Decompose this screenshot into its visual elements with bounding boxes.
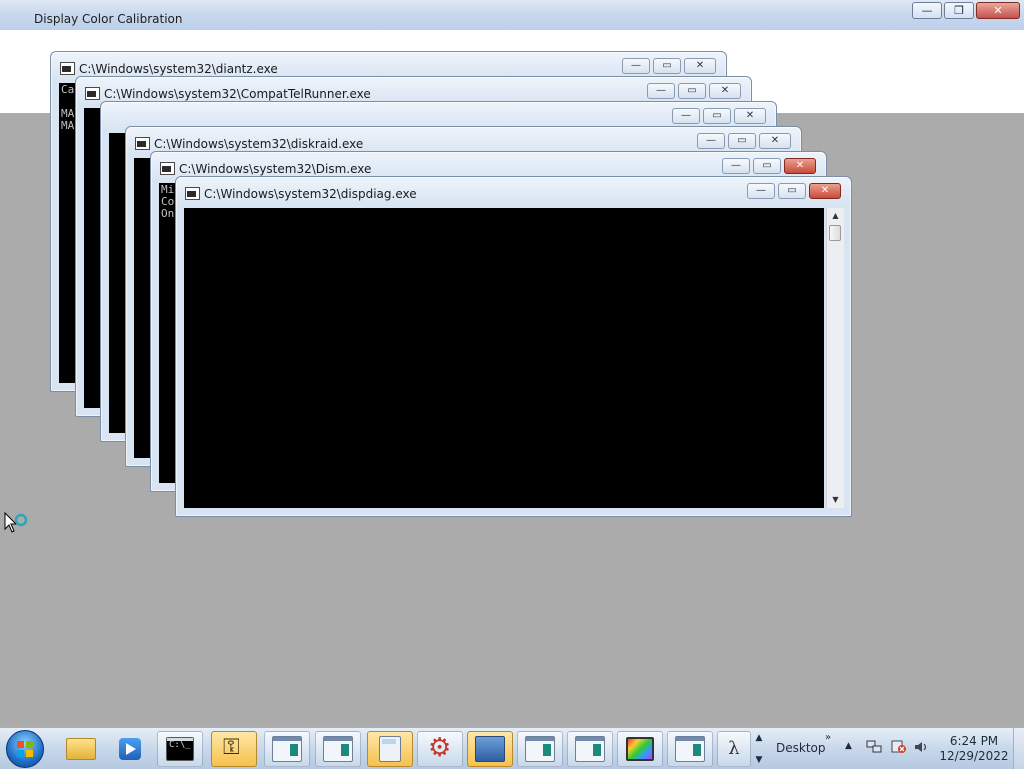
scroll-up-arrow[interactable]: ▲ (827, 208, 844, 224)
cmd-taskbar-button[interactable]: C:\_ (157, 731, 203, 767)
minimize-button[interactable]: — (647, 83, 675, 99)
console-icon (160, 162, 175, 175)
command-prompt-icon: C:\_ (166, 737, 194, 761)
maximize-button[interactable]: ▭ (728, 133, 756, 149)
window-title: C:\Windows\system32\diantz.exe (79, 62, 278, 76)
taskbar: C:\_ λ ▲ ▼ Desktop » ▲ 6:24 PM 12/29/202… (0, 727, 1024, 769)
window-title: C:\Windows\system32\diskraid.exe (154, 137, 364, 151)
lambda-icon: λ (728, 738, 740, 759)
show-desktop-button[interactable] (1013, 728, 1024, 769)
clock-time: 6:24 PM (949, 734, 999, 748)
calculator-taskbar-button[interactable] (367, 731, 413, 767)
clock-date: 12/29/2022 (939, 749, 1009, 763)
minimize-button[interactable]: — (622, 58, 650, 74)
window-title: C:\Windows\system32\CompatTelRunner.exe (104, 87, 371, 101)
network-tray-icon[interactable] (866, 740, 882, 754)
close-button[interactable]: ✕ (734, 108, 766, 124)
console-window-taskbar-button-4[interactable] (567, 731, 613, 767)
console-window-icon (675, 736, 705, 762)
folder-icon (66, 738, 96, 760)
console-output[interactable] (184, 208, 824, 508)
volume-tray-icon[interactable] (913, 740, 929, 754)
desktop-toolbar-label[interactable]: Desktop (776, 741, 826, 755)
minimize-button[interactable]: — (697, 133, 725, 149)
console-window-icon (575, 736, 605, 762)
restore-button[interactable]: ❐ (944, 2, 974, 19)
console-icon (60, 62, 75, 75)
action-center-tray-icon[interactable] (891, 740, 907, 754)
calculator-icon (379, 736, 401, 762)
monitor-icon (626, 737, 654, 761)
busy-cursor-icon (4, 512, 28, 533)
scroll-thumb[interactable] (829, 225, 841, 241)
clock[interactable]: 6:24 PM 12/29/2022 (938, 734, 1010, 764)
desktop-toolbar-chevron-icon[interactable]: » (825, 732, 831, 743)
console-window-taskbar-button-2[interactable] (315, 731, 361, 767)
maximize-button[interactable]: ▭ (653, 58, 681, 74)
credential-taskbar-button[interactable] (211, 731, 257, 767)
console-icon (85, 87, 100, 100)
window-title: C:\Windows\system32\Dism.exe (179, 162, 372, 176)
show-hidden-icons-button[interactable]: ▲ (845, 741, 852, 751)
lambda-taskbar-button[interactable]: λ (717, 731, 751, 767)
system-tool-taskbar-button[interactable] (417, 731, 463, 767)
minimize-button[interactable]: — (912, 2, 942, 19)
gear-icon (426, 733, 454, 763)
start-button[interactable] (6, 730, 44, 768)
console-window-icon (272, 736, 302, 762)
scroll-down-arrow[interactable]: ▼ (752, 754, 766, 766)
network-icon (475, 736, 505, 762)
close-button[interactable]: ✕ (759, 133, 791, 149)
explorer-taskbar-button[interactable] (58, 731, 104, 767)
vertical-scrollbar[interactable]: ▲ ▼ (826, 208, 844, 508)
maximize-button[interactable]: ▭ (753, 158, 781, 174)
taskbar-scroll-control[interactable]: ▲ ▼ (752, 730, 766, 768)
media-player-taskbar-button[interactable] (107, 731, 153, 767)
maximize-button[interactable]: ▭ (778, 183, 806, 199)
scroll-down-arrow[interactable]: ▼ (827, 492, 844, 508)
console-icon (185, 187, 200, 200)
console-window-taskbar-button-1[interactable] (264, 731, 310, 767)
console-text (184, 208, 824, 210)
maximize-button[interactable]: ▭ (703, 108, 731, 124)
console-window-taskbar-button-3[interactable] (517, 731, 563, 767)
minimize-button[interactable]: — (747, 183, 775, 199)
console-window-icon (323, 736, 353, 762)
keys-icon (220, 735, 248, 761)
minimize-button[interactable]: — (722, 158, 750, 174)
network-taskbar-button[interactable] (467, 731, 513, 767)
color-calibration-taskbar-button[interactable] (617, 731, 663, 767)
media-player-icon (119, 738, 141, 760)
maximize-button[interactable]: ▭ (678, 83, 706, 99)
console-window-dispdiag[interactable]: C:\Windows\system32\dispdiag.exe — ▭ ✕ ▲… (175, 176, 852, 517)
minimize-button[interactable]: — (672, 108, 700, 124)
console-window-icon (525, 736, 555, 762)
close-button[interactable]: ✕ (784, 158, 816, 174)
close-button[interactable]: ✕ (709, 83, 741, 99)
color-calibration-title: Display Color Calibration (34, 12, 183, 26)
scroll-up-arrow[interactable]: ▲ (752, 732, 766, 744)
window-title: C:\Windows\system32\dispdiag.exe (204, 187, 417, 201)
close-button[interactable]: ✕ (684, 58, 716, 74)
console-icon (135, 137, 150, 150)
close-button[interactable]: ✕ (809, 183, 841, 199)
color-calibration-titlebar[interactable]: Display Color Calibration — ❐ ✕ (0, 0, 1024, 30)
close-button[interactable]: ✕ (976, 2, 1020, 19)
console-window-taskbar-button-5[interactable] (667, 731, 713, 767)
